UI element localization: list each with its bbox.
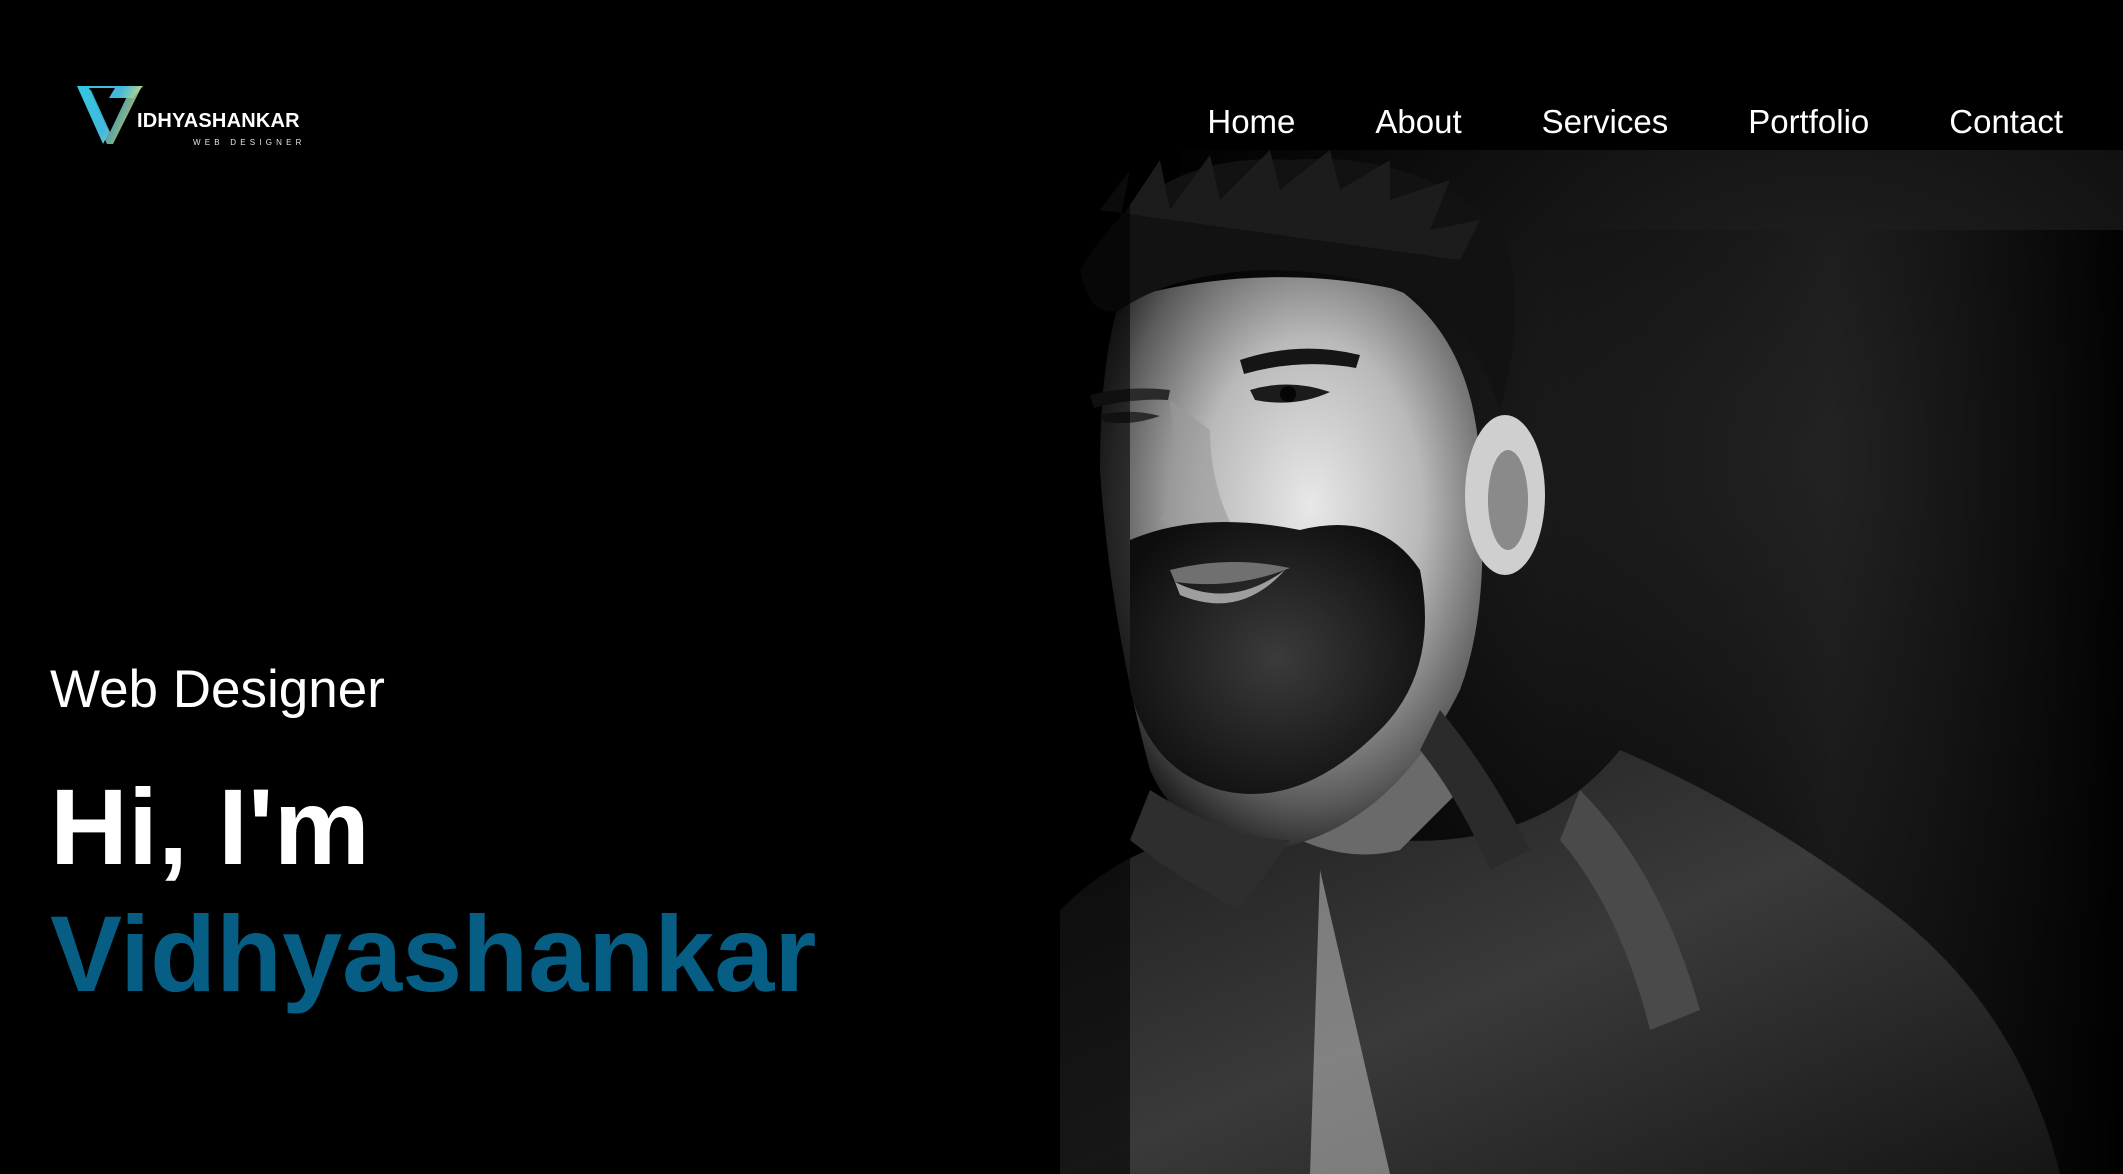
nav-portfolio-link[interactable]: Portfolio bbox=[1748, 100, 1869, 144]
v-triangle-logo-icon bbox=[77, 86, 143, 144]
hero-name: Vidhyashankar bbox=[50, 893, 817, 1014]
brand-tagline: WEB DESIGNER bbox=[193, 138, 306, 147]
page: IDHYASHANKAR WEB DESIGNER Home About Ser… bbox=[0, 0, 2123, 1174]
hero-role: Web Designer bbox=[50, 660, 385, 719]
brand-name: IDHYASHANKAR bbox=[137, 110, 300, 132]
brand-logo[interactable]: IDHYASHANKAR WEB DESIGNER bbox=[73, 82, 313, 152]
nav-contact-link[interactable]: Contact bbox=[1949, 100, 2063, 144]
main-nav: Home About Services Portfolio Contact bbox=[1127, 100, 2063, 144]
hero-portrait-photo bbox=[1060, 150, 2123, 1174]
nav-home-link[interactable]: Home bbox=[1207, 100, 1295, 144]
nav-services-link[interactable]: Services bbox=[1542, 100, 1669, 144]
hero-intro: Web Designer Hi, I'm Vidhyashankar bbox=[50, 655, 1050, 1017]
hero-greeting: Hi, I'm bbox=[50, 766, 370, 887]
nav-about-link[interactable]: About bbox=[1375, 100, 1461, 144]
